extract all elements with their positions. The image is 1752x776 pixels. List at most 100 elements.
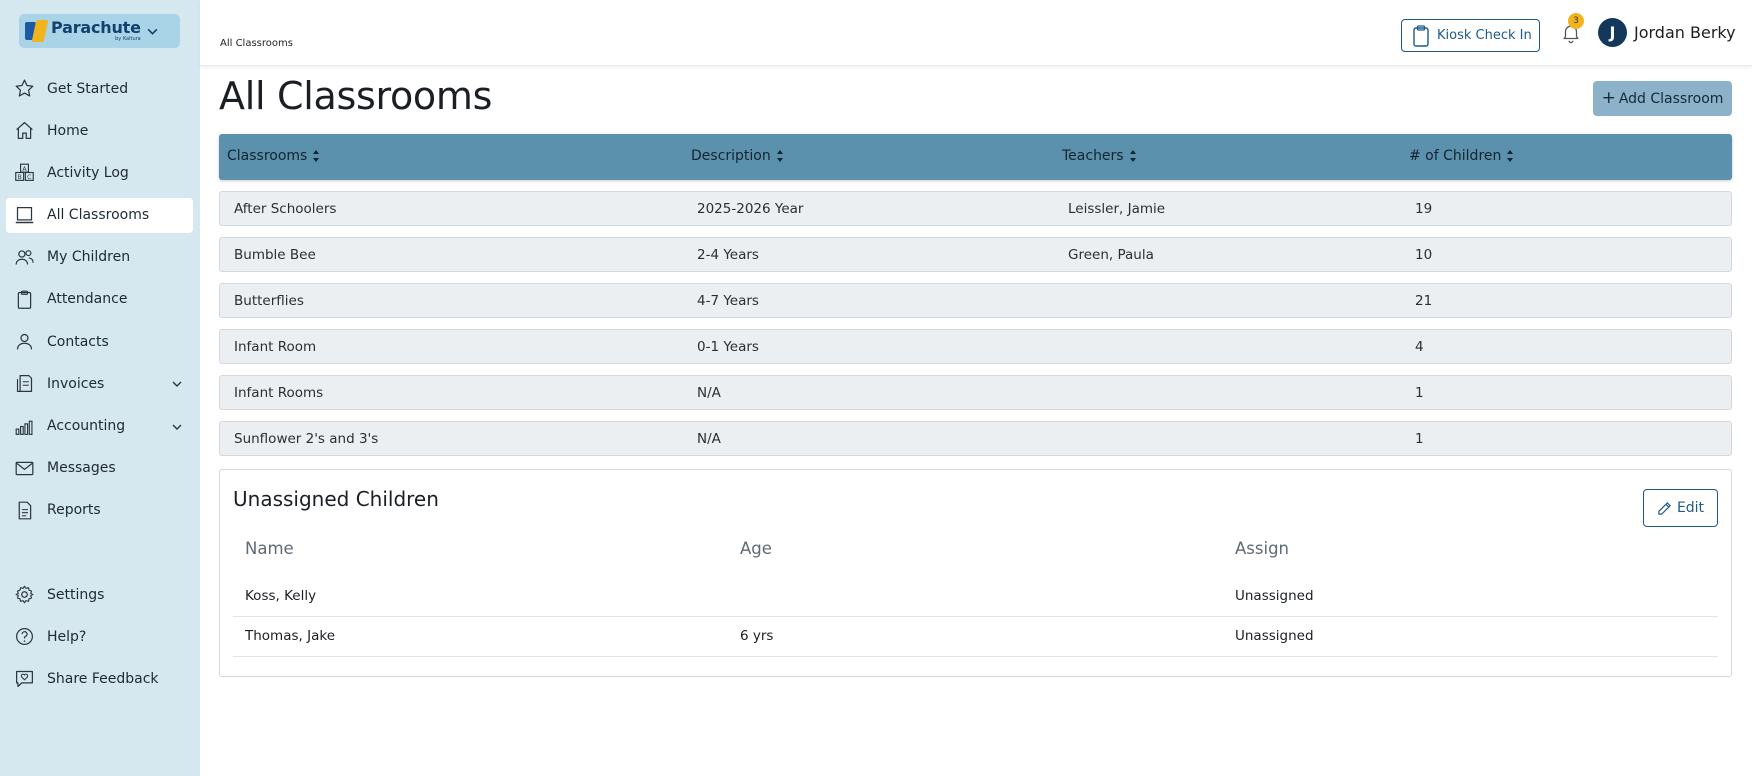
sidebar-bottom-nav: Settings Help? Share Feedback bbox=[6, 577, 193, 704]
column-header-description[interactable]: Description bbox=[691, 148, 784, 164]
column-header-teachers[interactable]: Teachers bbox=[1062, 148, 1137, 164]
sidebar-item-messages[interactable]: Messages bbox=[6, 451, 193, 486]
column-header-name: Name bbox=[245, 539, 294, 558]
sidebar-item-invoices[interactable]: Invoices bbox=[6, 366, 193, 401]
sidebar-item-label: Accounting bbox=[47, 418, 126, 434]
brand-logo[interactable]: Parachute by Kaltura bbox=[19, 14, 180, 48]
parachute-logo-icon bbox=[25, 20, 49, 42]
child-name[interactable]: Thomas, Jake bbox=[245, 628, 335, 644]
chevron-down-icon bbox=[172, 381, 182, 388]
child-name[interactable]: Koss, Kelly bbox=[245, 588, 316, 604]
sidebar-item-label: Home bbox=[47, 122, 89, 139]
sidebar-item-settings[interactable]: Settings bbox=[6, 577, 193, 612]
column-header-label: # of Children bbox=[1409, 148, 1502, 164]
edit-label: Edit bbox=[1676, 500, 1705, 516]
column-header-label: Teachers bbox=[1062, 148, 1124, 164]
svg-text:C: C bbox=[27, 174, 31, 181]
list-item: Thomas, Jake 6 yrs Unassigned bbox=[233, 617, 1718, 657]
classroom-name[interactable]: Bumble Bee bbox=[234, 247, 316, 263]
child-age: 6 yrs bbox=[740, 628, 774, 644]
avatar[interactable]: J bbox=[1598, 18, 1627, 47]
classroom-teachers: Leissler, Jamie bbox=[1068, 201, 1166, 217]
sidebar-item-attendance[interactable]: Attendance bbox=[6, 282, 193, 317]
table-row[interactable]: Infant Rooms N/A 1 bbox=[219, 375, 1732, 410]
classroom-name[interactable]: Infant Room bbox=[234, 339, 316, 355]
classroom-description: N/A bbox=[697, 431, 721, 447]
column-header-classrooms[interactable]: Classrooms bbox=[227, 148, 320, 164]
clipboard-icon bbox=[1413, 24, 1429, 47]
classroom-name[interactable]: Infant Rooms bbox=[234, 385, 323, 401]
sort-icon bbox=[1507, 150, 1514, 162]
star-icon bbox=[14, 78, 35, 99]
sidebar-item-label: Contacts bbox=[47, 333, 109, 350]
sidebar-item-label: Invoices bbox=[47, 375, 105, 392]
laptop-icon bbox=[14, 205, 35, 226]
brand-name: Parachute bbox=[51, 18, 141, 37]
sidebar-item-label: Attendance bbox=[47, 291, 128, 308]
sidebar-item-label: Activity Log bbox=[47, 164, 129, 181]
child-assign-status[interactable]: Unassigned bbox=[1235, 588, 1314, 604]
table-row[interactable]: Sunflower 2's and 3's N/A 1 bbox=[219, 421, 1732, 456]
classrooms-table-header: Classrooms Description Teachers # of Chi… bbox=[219, 134, 1732, 180]
user-name[interactable]: Jordan Berky bbox=[1634, 23, 1736, 42]
plus-icon: + bbox=[1601, 88, 1616, 108]
child-assign-status[interactable]: Unassigned bbox=[1235, 628, 1314, 644]
chevron-down-icon bbox=[172, 424, 182, 430]
classroom-children-count: 21 bbox=[1415, 293, 1433, 309]
classroom-name[interactable]: Butterflies bbox=[234, 293, 304, 309]
column-header-label: Description bbox=[691, 148, 771, 164]
sidebar-item-accounting[interactable]: Accounting bbox=[6, 409, 193, 444]
classroom-name[interactable]: Sunflower 2's and 3's bbox=[234, 431, 378, 447]
table-row[interactable]: Infant Room 0-1 Years 4 bbox=[219, 329, 1732, 364]
sidebar-item-all-classrooms[interactable]: All Classrooms bbox=[6, 197, 193, 233]
add-classroom-button[interactable]: + Add Classroom bbox=[1593, 81, 1732, 116]
clipboard-icon bbox=[14, 289, 35, 310]
sidebar-item-share-feedback[interactable]: Share Feedback bbox=[6, 661, 193, 696]
edit-button[interactable]: Edit bbox=[1643, 489, 1718, 527]
sidebar-item-reports[interactable]: Reports bbox=[6, 493, 193, 528]
pencil-icon bbox=[1658, 501, 1671, 515]
table-row[interactable]: Butterflies 4-7 Years 21 bbox=[219, 283, 1732, 318]
invoice-icon bbox=[14, 373, 35, 394]
sidebar-item-label: Messages bbox=[47, 460, 116, 477]
sort-icon bbox=[1129, 150, 1136, 162]
classroom-children-count: 19 bbox=[1415, 201, 1433, 217]
sidebar-item-help[interactable]: Help? bbox=[6, 619, 193, 654]
classroom-name[interactable]: After Schoolers bbox=[234, 201, 336, 217]
table-row[interactable]: After Schoolers 2025-2026 Year Leissler,… bbox=[219, 191, 1732, 226]
sidebar: Parachute by Kaltura Get Started Home AB… bbox=[0, 0, 200, 776]
chevron-down-icon bbox=[147, 28, 158, 35]
table-row[interactable]: Bumble Bee 2-4 Years Green, Paula 10 bbox=[219, 237, 1732, 272]
unassigned-children-title: Unassigned Children bbox=[233, 487, 439, 511]
kiosk-check-in-button[interactable]: Kiosk Check In bbox=[1401, 19, 1540, 52]
column-header-age: Age bbox=[740, 539, 772, 558]
classroom-teachers: Green, Paula bbox=[1068, 247, 1154, 263]
classroom-description: 0-1 Years bbox=[697, 339, 759, 355]
sidebar-item-label: Settings bbox=[47, 586, 105, 603]
sidebar-item-contacts[interactable]: Contacts bbox=[6, 324, 193, 359]
sidebar-item-get-started[interactable]: Get Started bbox=[6, 71, 193, 106]
list-item: Koss, Kelly Unassigned bbox=[233, 577, 1718, 617]
sidebar-item-label: Share Feedback bbox=[47, 670, 159, 687]
classroom-children-count: 1 bbox=[1415, 385, 1424, 401]
classroom-description: N/A bbox=[697, 385, 721, 401]
classroom-children-count: 10 bbox=[1415, 247, 1433, 263]
classroom-description: 4-7 Years bbox=[697, 293, 759, 309]
sidebar-item-label: All Classrooms bbox=[47, 207, 150, 224]
help-icon bbox=[14, 626, 35, 647]
sidebar-item-activity-log[interactable]: ABC Activity Log bbox=[6, 155, 193, 190]
brand-sub: by Kaltura bbox=[115, 36, 141, 42]
home-icon bbox=[14, 120, 35, 141]
sidebar-item-label: Help? bbox=[47, 628, 87, 645]
page-title: All Classrooms bbox=[219, 74, 493, 118]
column-header-assign: Assign bbox=[1235, 539, 1289, 558]
classroom-description: 2-4 Years bbox=[697, 247, 759, 263]
top-bar: All Classrooms Kiosk Check In 3 J Jordan… bbox=[200, 0, 1752, 66]
bar-chart-icon bbox=[14, 416, 35, 437]
sort-icon bbox=[776, 150, 783, 162]
column-header-children-count[interactable]: # of Children bbox=[1409, 148, 1514, 164]
breadcrumb[interactable]: All Classrooms bbox=[220, 38, 293, 49]
sidebar-item-my-children[interactable]: My Children bbox=[6, 240, 193, 275]
sidebar-item-home[interactable]: Home bbox=[6, 113, 193, 148]
classroom-description: 2025-2026 Year bbox=[697, 201, 804, 217]
